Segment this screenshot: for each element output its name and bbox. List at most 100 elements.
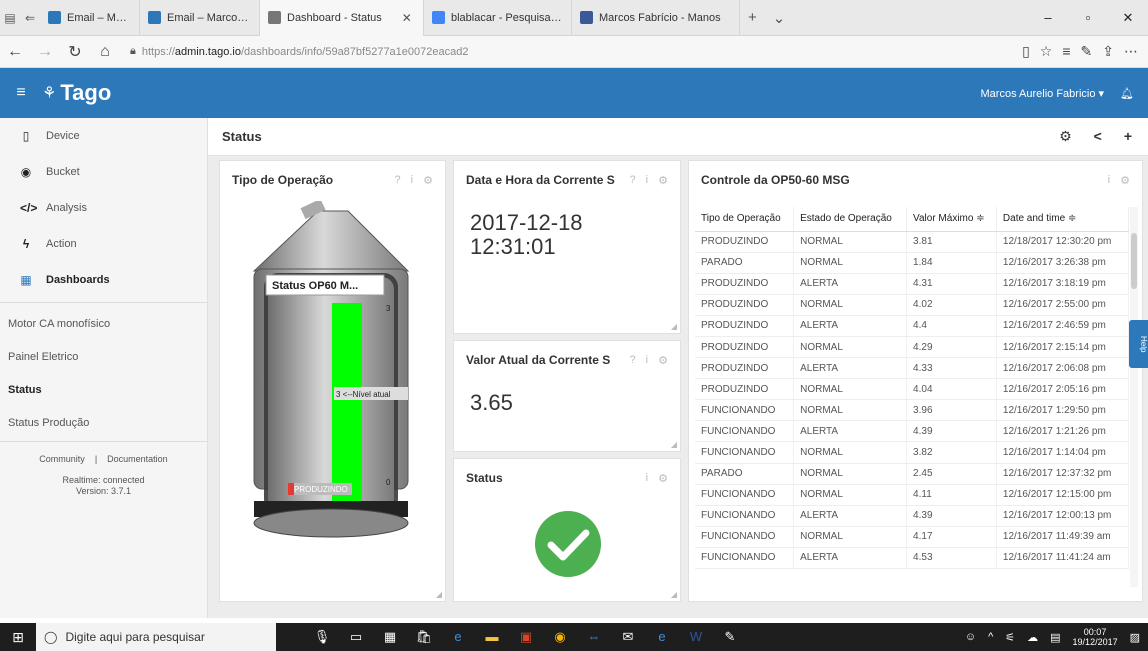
minimize-icon[interactable]: – [1028,10,1068,26]
sidebar-item-action[interactable]: ϟ Action [0,226,207,262]
browser-tab[interactable]: Email – Marcos Aurelio Fabr [40,0,140,36]
device-icon: ▯ [22,129,30,143]
widget-title: Controle da OP50-60 MSG [701,173,850,187]
taskbar-search[interactable]: ◯ Digite aqui para pesquisar [36,623,276,651]
column-header[interactable]: Estado de Operação [793,207,908,232]
forward-icon[interactable]: → [30,43,60,61]
tab-preview-icon[interactable]: ⌄ [765,9,794,27]
close-window-icon[interactable]: ✕ [1108,10,1148,26]
task-view-icon[interactable]: ▭ [346,629,366,645]
table-scrollbar[interactable] [1130,207,1138,587]
widget-gear-icon[interactable]: ⚙ [423,174,433,187]
chrome-icon[interactable]: ◉ [550,629,570,645]
browser-tab[interactable]: blablacar - Pesquisa Google [424,0,572,36]
mail-icon[interactable]: ✉ [618,629,638,645]
info-icon[interactable]: i [646,354,648,367]
table-cell: PRODUZINDO [695,315,795,337]
tab-manager-icon[interactable]: ▤ [0,11,20,25]
browser-tab[interactable]: Marcos Fabrício - Manos [572,0,740,36]
documentation-link[interactable]: Documentation [107,454,168,465]
clock[interactable]: 00:07 19/12/2017 [1073,627,1118,647]
reading-view-icon[interactable]: ▯ [1022,43,1030,60]
home-icon[interactable]: ⌂ [90,43,120,61]
notification-bell-icon[interactable]: 🔔︎ [1120,87,1134,100]
windows-start-icon[interactable]: ⊞ [0,629,36,646]
widget-gear-icon[interactable]: ⚙ [658,472,668,485]
more-icon[interactable]: ⋯ [1124,43,1138,60]
sidebar: ▯ Device ◉ Bucket </> Analysis ϟ Action ▦ Dashboa… [0,118,208,618]
info-icon[interactable]: i [1108,174,1110,187]
app-header: ≡ ⚘ Tago Marcos Aurelio Fabricio ▾ 🔔︎ [0,68,1148,118]
info-icon[interactable]: i [411,174,413,187]
table-cell: NORMAL [793,378,908,401]
onedrive-icon[interactable]: ☁ [1027,631,1038,644]
table-cell: 12/16/2017 11:41:24 am [996,547,1130,570]
resize-handle[interactable]: ◢ [436,590,442,599]
store-icon[interactable]: 🛍︎ [414,629,434,645]
settings-gear-icon[interactable]: ⚙ [1059,128,1072,145]
info-icon[interactable]: i [646,174,648,187]
ie-icon[interactable]: e [652,629,672,645]
dashboard-link[interactable]: Status Produção [0,406,207,439]
help-tab[interactable]: Help [1129,320,1148,368]
sidebar-item-device[interactable]: ▯ Device [0,118,207,154]
info-icon[interactable]: i [646,472,648,485]
close-tab-icon[interactable]: ✕ [402,11,412,25]
column-header[interactable]: Valor Máximo ≑ [906,207,997,232]
word-icon[interactable]: W [686,629,706,645]
sidebar-footer: Community | Documentation Realtime: conn… [0,441,207,497]
dashboard-link[interactable]: Painel Eletrico [0,340,207,373]
column-header[interactable]: Date and time ≑ [996,207,1130,232]
table-cell: 4.29 [906,336,997,359]
column-header[interactable]: Tipo de Operação [695,207,795,232]
dashboard-link[interactable]: Motor CA monofísico [0,307,207,340]
teamviewer-icon[interactable]: ⇔ [584,629,604,645]
dashboard-link[interactable]: Status [0,373,207,406]
maximize-icon[interactable]: ▫ [1068,10,1108,26]
url-field[interactable]: 🔒︎ https://admin.tago.io/dashboards/info… [120,40,1022,64]
browser-tab[interactable]: Dashboard - Status ✕ [260,0,424,36]
favorite-star-icon[interactable]: ☆ [1040,43,1053,60]
notification-center-icon[interactable]: ▨ [1130,631,1140,644]
favorites-hub-icon[interactable]: ≡ [1062,43,1070,60]
calculator-icon[interactable]: ▦ [380,629,400,645]
resize-handle[interactable]: ◢ [671,590,677,599]
network-icon[interactable]: ⚟ [1005,631,1015,644]
sidebar-item-bucket[interactable]: ◉ Bucket [0,154,207,190]
file-explorer-icon[interactable]: ▬ [482,629,502,645]
sidebar-item-analysis[interactable]: </> Analysis [0,190,207,226]
add-widget-icon[interactable]: + [1124,128,1132,145]
people-icon[interactable]: ☺ [965,631,976,643]
browser-tab[interactable]: Email – Marcos Aurelio Fabr [140,0,260,36]
powerpoint-icon[interactable]: ▣ [516,629,536,645]
community-link[interactable]: Community [39,454,85,465]
set-aside-tabs-icon[interactable]: ⇐ [20,11,40,25]
keyboard-icon[interactable]: ▤ [1050,631,1060,644]
cortana-icon: ◯ [44,630,58,644]
help-icon[interactable]: ? [630,174,636,187]
edge-icon[interactable]: e [448,629,468,645]
web-note-icon[interactable]: ✎ [1081,43,1093,60]
table-cell: 12/16/2017 11:49:39 am [996,526,1130,548]
table-cell: PRODUZINDO [695,336,795,359]
microphone-icon[interactable]: 🎙︎ [312,629,332,645]
resize-handle[interactable]: ◢ [671,322,677,331]
refresh-icon[interactable]: ↻ [60,42,90,62]
menu-icon[interactable]: ≡ [0,84,42,102]
widget-gear-icon[interactable]: ⚙ [658,354,668,367]
help-icon[interactable]: ? [630,354,636,367]
share-dashboard-icon[interactable]: < [1094,128,1102,145]
tray-expand-icon[interactable]: ^ [988,631,993,643]
new-tab-icon[interactable]: + [740,9,765,26]
help-icon[interactable]: ? [395,174,401,187]
widget-gear-icon[interactable]: ⚙ [1120,174,1130,187]
back-icon[interactable]: ← [0,43,30,61]
widget-gear-icon[interactable]: ⚙ [658,174,668,187]
scrollbar-thumb[interactable] [1131,233,1137,289]
resize-handle[interactable]: ◢ [671,440,677,449]
sidebar-item-dashboards[interactable]: ▦ Dashboards [0,262,207,298]
share-icon[interactable]: ⇪ [1102,43,1114,60]
paint-icon[interactable]: ✎ [720,629,740,645]
tago-logo[interactable]: ⚘ Tago [42,80,111,106]
user-menu[interactable]: Marcos Aurelio Fabricio ▾ 🔔︎ [981,87,1148,100]
